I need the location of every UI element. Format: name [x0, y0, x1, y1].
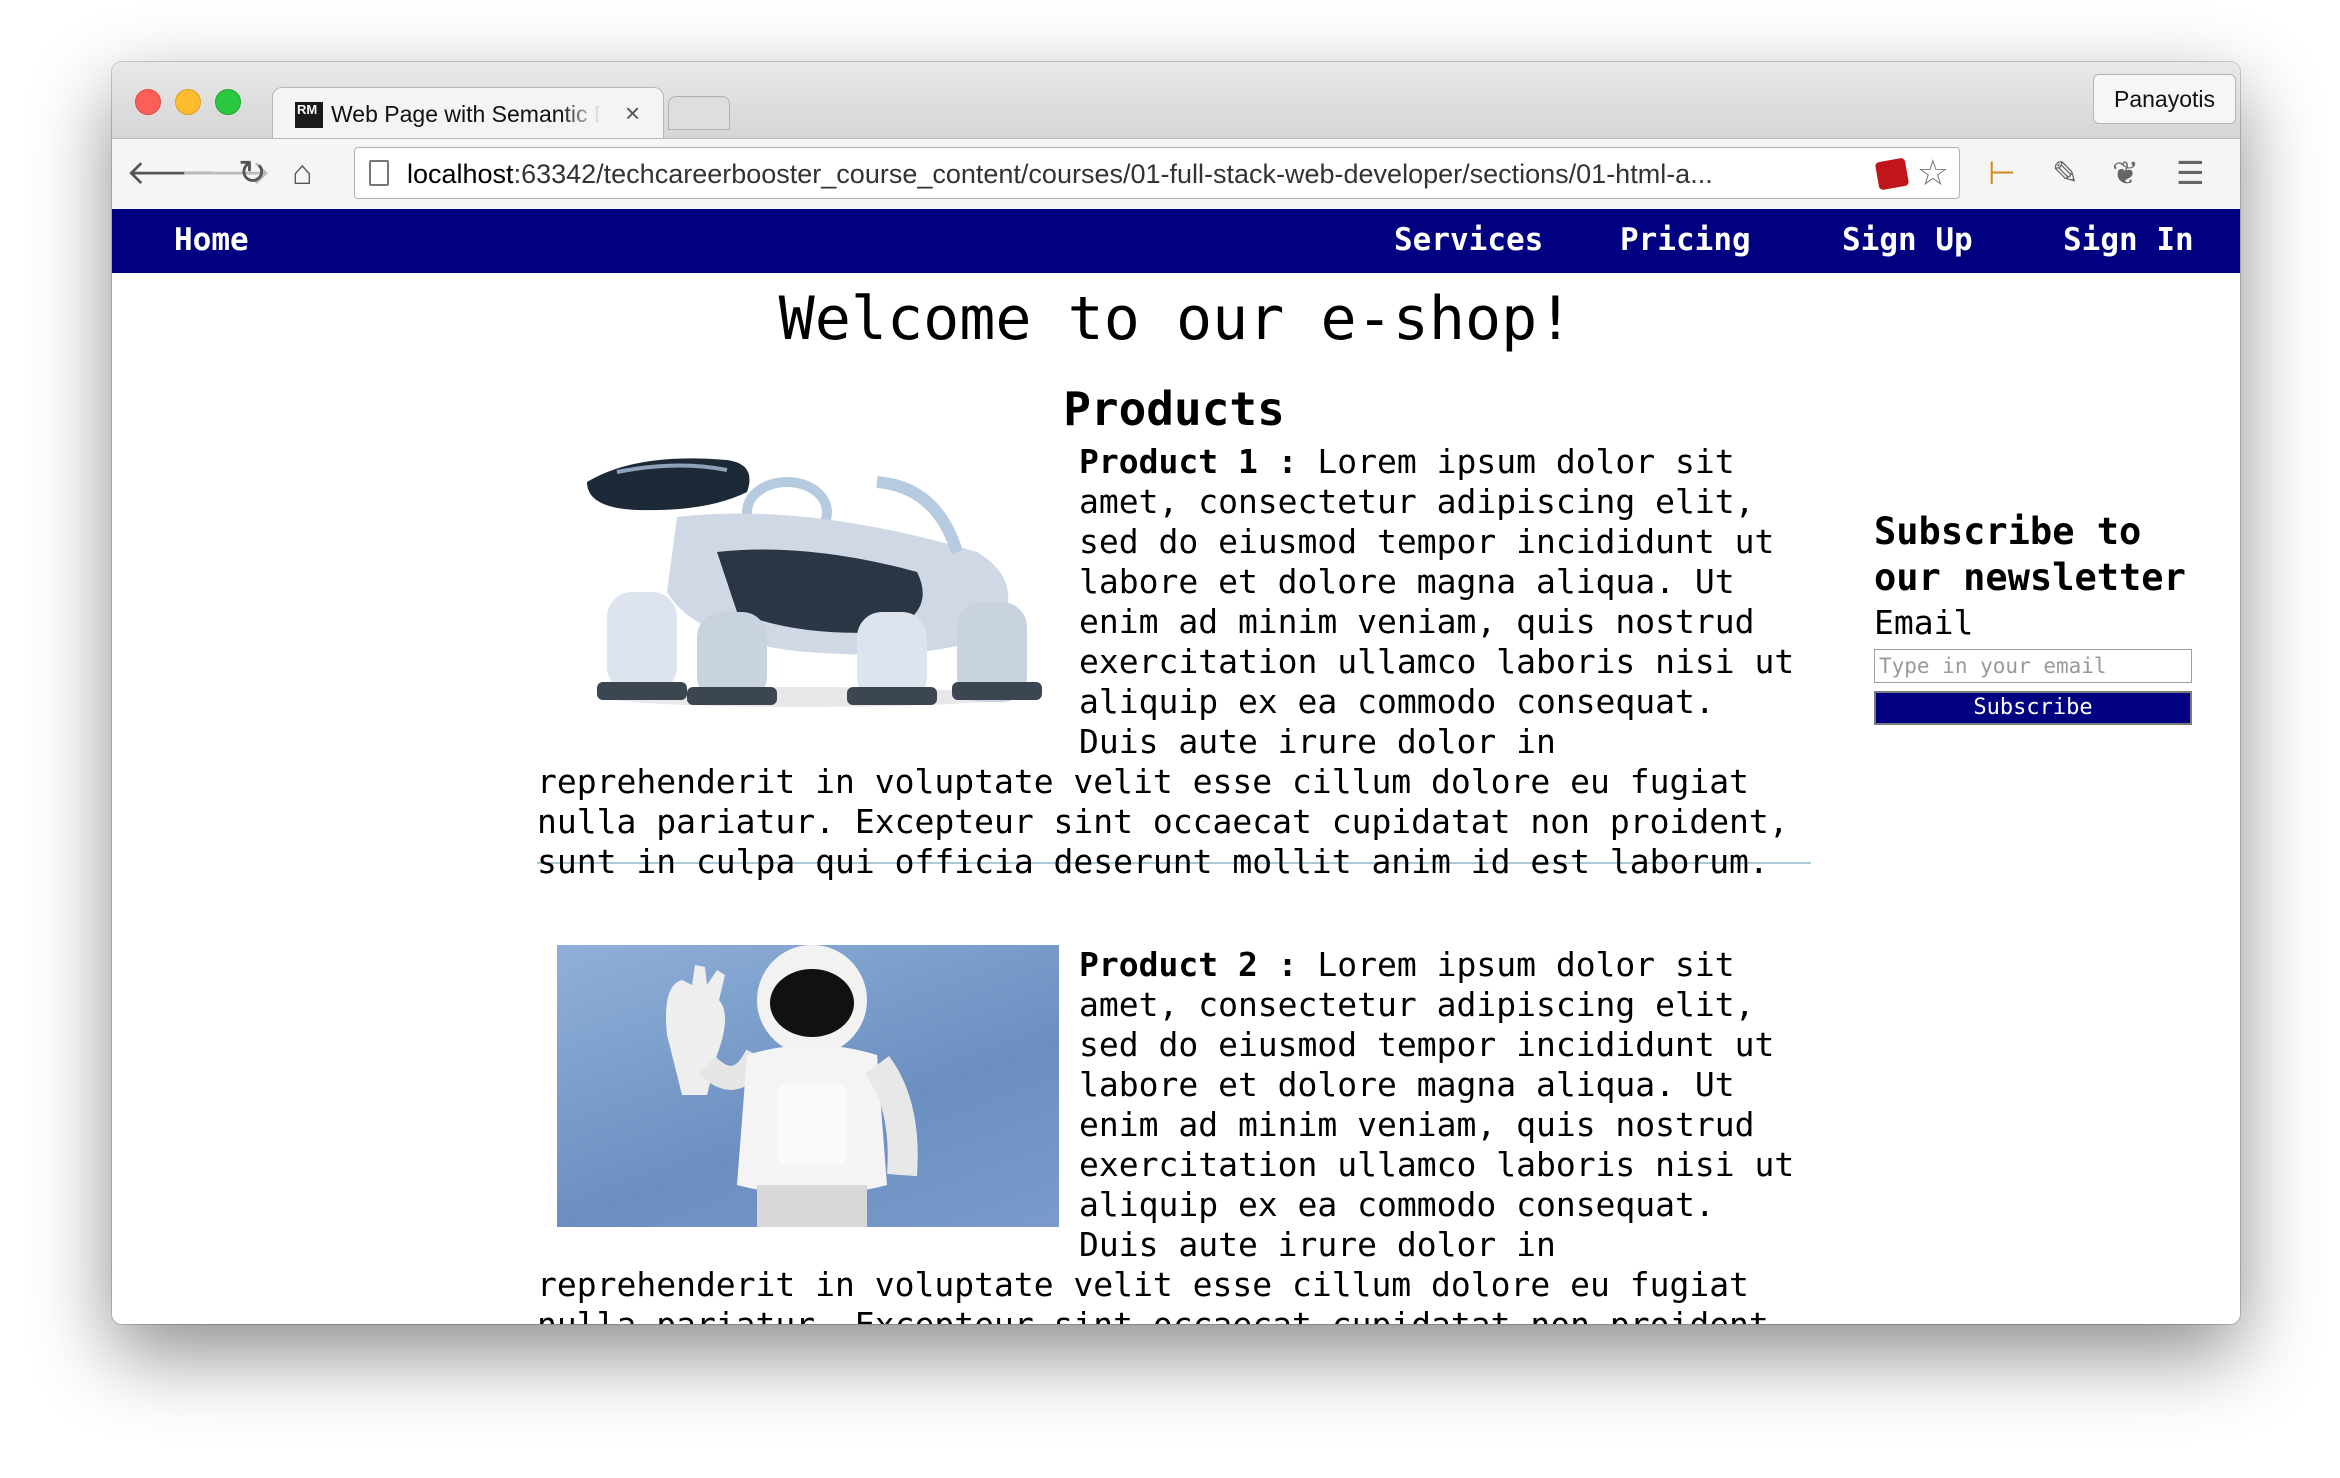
product-name: Product 2 : — [1079, 945, 1298, 984]
site-navigation: Home Services Pricing Sign Up Sign In — [112, 209, 2240, 273]
browser-toolbar: 🡐 🡒 ↻ ⌂ localhost:63342/techcareerbooste… — [112, 138, 2240, 210]
product-name: Product 1 : — [1079, 442, 1298, 481]
email-field[interactable] — [1874, 649, 2192, 683]
newsletter-form: Subscribe to our newsletter Email Subscr… — [1874, 509, 2204, 725]
profile-button[interactable]: Panayotis — [2092, 74, 2236, 124]
nav-home-link[interactable]: Home — [174, 219, 249, 261]
page-icon — [369, 160, 389, 186]
products-heading: Products — [1063, 382, 1285, 436]
web-page: Home Services Pricing Sign Up Sign In We… — [112, 209, 2240, 1324]
eyedropper-extension-icon[interactable]: ✎ — [2052, 151, 2079, 195]
home-icon[interactable]: ⌂ — [292, 149, 313, 197]
bookmark-star-icon[interactable]: ☆ — [1917, 152, 1949, 194]
minimize-window-button[interactable] — [175, 89, 201, 115]
humanoid-robot-image — [557, 945, 1059, 1227]
tab-title: Web Page with Semantic E — [331, 101, 601, 127]
nav-sign-up-link[interactable]: Sign Up — [1842, 219, 1973, 261]
url-path: :63342/techcareerbooster_course_content/… — [513, 159, 1713, 189]
page-headline: Welcome to our e-shop! — [778, 284, 1574, 354]
newsletter-title: Subscribe to our newsletter — [1874, 510, 2186, 599]
url-host: localhost — [407, 159, 514, 189]
product-item: Product 2 : Lorem ipsum dolor sit amet, … — [537, 945, 1811, 1324]
evernote-extension-icon[interactable]: ❦ — [2112, 151, 2139, 195]
tab-close-icon[interactable]: × — [625, 98, 640, 129]
product-item: Product 1 : Lorem ipsum dolor sit amet, … — [537, 442, 1811, 881]
nav-services-link[interactable]: Services — [1394, 219, 1543, 261]
rubymine-favicon-icon: RM — [295, 102, 323, 128]
robot-dog-image — [557, 442, 1059, 724]
tab-bar: RM Web Page with Semantic E × Panayotis — [112, 62, 2240, 140]
nav-sign-in-link[interactable]: Sign In — [2063, 219, 2194, 261]
subscribe-button[interactable]: Subscribe — [1874, 691, 2192, 725]
new-tab-button[interactable] — [668, 96, 730, 130]
email-label: Email — [1874, 603, 1974, 642]
extension-bookmark-icon[interactable]: ⊢ — [1988, 151, 2016, 195]
close-window-button[interactable] — [135, 89, 161, 115]
menu-icon[interactable]: ☰ — [2176, 151, 2205, 195]
ruby-extension-icon[interactable] — [1874, 157, 1910, 191]
browser-window: RM Web Page with Semantic E × Panayotis … — [112, 62, 2240, 1324]
zoom-window-button[interactable] — [215, 89, 241, 115]
url-text[interactable]: localhost:63342/techcareerbooster_course… — [407, 159, 1713, 190]
reload-icon[interactable]: ↻ — [238, 149, 267, 197]
address-bar[interactable]: localhost:63342/techcareerbooster_course… — [354, 147, 1960, 199]
nav-pricing-link[interactable]: Pricing — [1620, 219, 1751, 261]
browser-tab[interactable]: RM Web Page with Semantic E × — [272, 87, 664, 140]
